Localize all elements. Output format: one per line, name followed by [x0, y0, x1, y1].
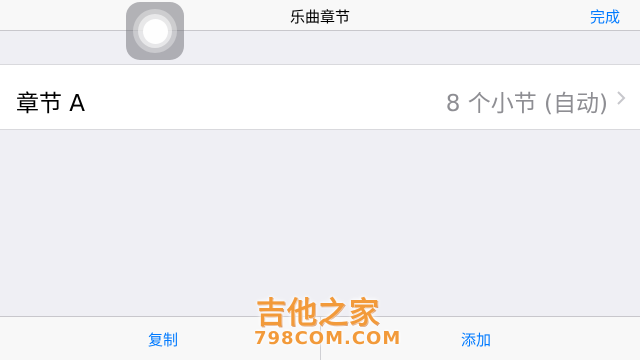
chevron-right-icon	[617, 91, 626, 105]
page-title: 乐曲章节	[289, 8, 350, 26]
copy-button[interactable]: 复制	[148, 329, 178, 350]
bottom-toolbar: 复制 添加	[0, 316, 640, 360]
navigation-bar: 乐曲章节 完成	[0, 0, 640, 31]
toolbar-divider	[320, 317, 321, 360]
section-name: 章节 A	[16, 91, 86, 117]
add-button[interactable]: 添加	[461, 329, 491, 350]
list-item[interactable]: 章节 A 8 个小节 (自动)	[0, 64, 640, 130]
assistive-touch-icon[interactable]	[126, 2, 184, 60]
done-button[interactable]: 完成	[590, 6, 620, 27]
section-detail: 8 个小节 (自动)	[445, 91, 608, 117]
